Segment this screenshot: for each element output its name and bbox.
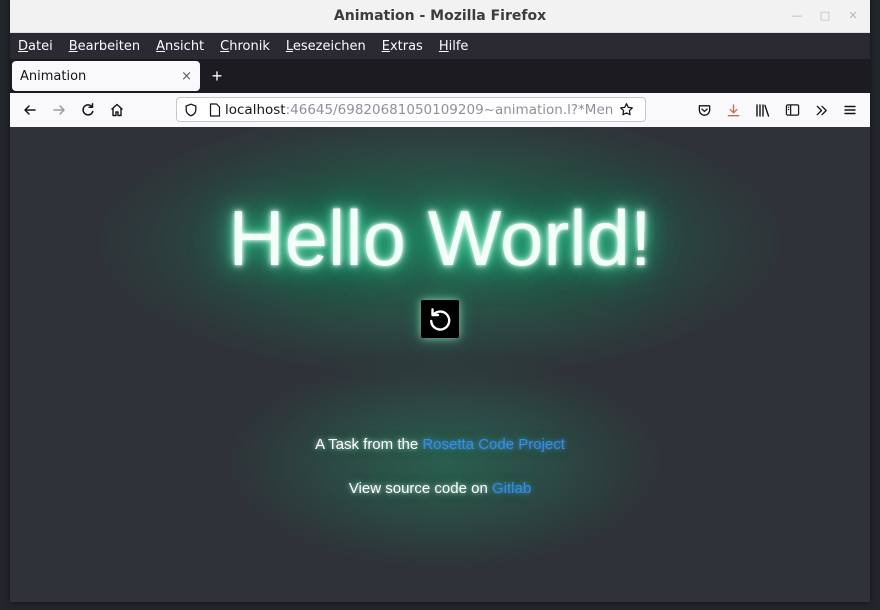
menu-extras[interactable]: Extras — [382, 39, 423, 54]
maximize-icon[interactable]: □ — [818, 8, 832, 22]
hello-world-heading: Hello World! — [228, 194, 652, 282]
back-button[interactable] — [19, 99, 41, 121]
sidebar-icon — [785, 104, 799, 116]
task-prefix: A Task from the — [315, 436, 423, 453]
window-controls: — □ ✕ — [790, 8, 860, 22]
replay-icon — [430, 308, 451, 331]
download-icon — [727, 103, 739, 116]
shield-icon[interactable] — [177, 103, 205, 117]
minimize-icon[interactable]: — — [790, 8, 804, 22]
library-icon — [756, 103, 770, 117]
hamburger-icon — [844, 105, 856, 115]
star-icon — [619, 103, 633, 116]
overflow-button[interactable] — [810, 99, 832, 121]
menu-datei[interactable]: Datei — [18, 39, 53, 54]
arrow-right-icon — [53, 105, 65, 115]
page-content: Hello World! A Task from the Rosetta Cod… — [10, 127, 870, 602]
menu-ansicht[interactable]: Ansicht — [156, 39, 204, 54]
app-menu-button[interactable] — [839, 99, 861, 121]
source-line: View source code on Gitlab — [10, 480, 870, 497]
url-text[interactable]: localhost:46645/69820681050109209~animat… — [225, 102, 613, 118]
menu-lesezeichen[interactable]: Lesezeichen — [286, 39, 366, 54]
menu-hilfe[interactable]: Hilfe — [439, 39, 469, 54]
arrow-left-icon — [24, 105, 36, 115]
tab-strip: Animation × + — [10, 59, 870, 93]
chevrons-right-icon — [816, 105, 827, 115]
task-line: A Task from the Rosetta Code Project — [10, 436, 870, 453]
new-tab-button[interactable]: + — [206, 65, 228, 87]
url-bar[interactable]: localhost:46645/69820681050109209~animat… — [176, 97, 646, 122]
home-button[interactable] — [106, 99, 128, 121]
tab-animation[interactable]: Animation × — [12, 61, 200, 91]
reload-button[interactable] — [77, 99, 99, 121]
tab-label: Animation — [20, 68, 87, 84]
bookmark-star-button[interactable] — [613, 102, 639, 117]
home-icon — [111, 103, 123, 117]
menu-chronik[interactable]: Chronik — [220, 39, 270, 54]
pocket-button[interactable] — [693, 99, 715, 121]
downloads-button[interactable] — [722, 99, 744, 121]
background-glow-lower — [230, 357, 660, 567]
url-host: localhost — [225, 101, 286, 118]
menu-bearbeiten[interactable]: Bearbeiten — [69, 39, 140, 54]
url-path: :46645/69820681050109209~animation.l?*Me… — [285, 101, 613, 118]
menu-bar: Datei Bearbeiten Ansicht Chronik Lesezei… — [10, 33, 870, 59]
forward-button[interactable] — [48, 99, 70, 121]
gitlab-link[interactable]: Gitlab — [492, 480, 531, 497]
title-bar: Animation - Mozilla Firefox — □ ✕ — [10, 0, 870, 33]
close-icon[interactable]: ✕ — [846, 8, 860, 22]
library-button[interactable] — [752, 99, 774, 121]
tab-close-icon[interactable]: × — [181, 69, 192, 84]
replay-button[interactable] — [421, 300, 459, 338]
sidebar-button[interactable] — [781, 99, 803, 121]
navigation-toolbar: localhost:46645/69820681050109209~animat… — [10, 93, 870, 128]
page-icon[interactable] — [205, 102, 225, 117]
window-title: Animation - Mozilla Firefox — [333, 8, 547, 24]
browser-window: Animation - Mozilla Firefox — □ ✕ Datei … — [10, 0, 870, 602]
source-prefix: View source code on — [348, 480, 492, 497]
reload-icon — [82, 103, 94, 116]
pocket-icon — [698, 104, 710, 116]
rosetta-code-link[interactable]: Rosetta Code Project — [422, 436, 565, 453]
